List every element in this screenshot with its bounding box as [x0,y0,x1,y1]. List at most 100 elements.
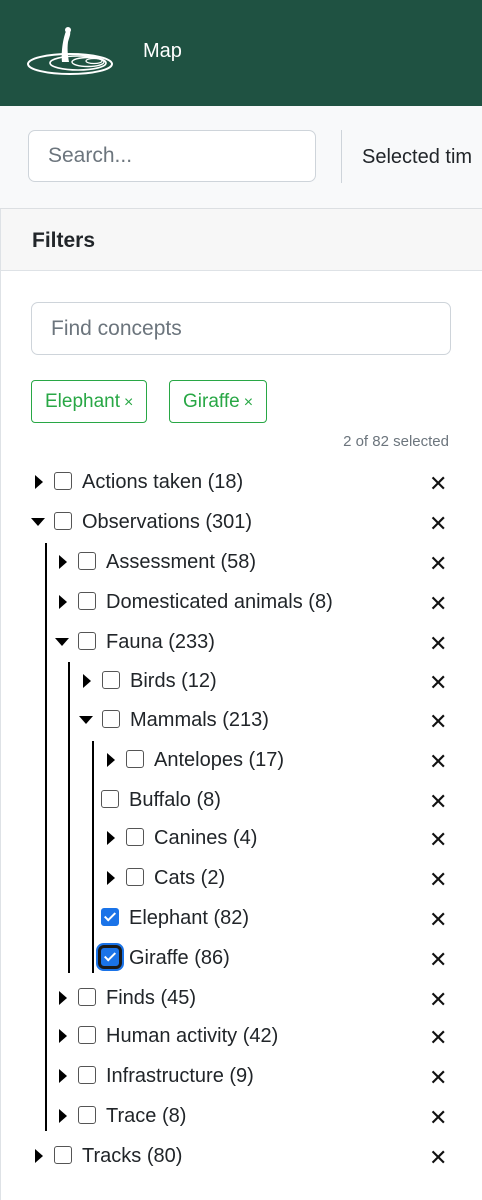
tree-row[interactable]: Cats (2) ✕ [1,863,482,893]
caret-right-icon[interactable] [59,555,67,569]
selected-count: 2 of 82 selected [343,433,449,450]
filters-title: Filters [32,229,96,252]
tree-guide-line [92,741,94,973]
caret-right-icon[interactable] [35,1149,43,1163]
tree-checkbox[interactable] [126,828,144,846]
caret-right-icon[interactable] [83,674,91,688]
tree-row-label: Finds (45) [106,987,197,1009]
tree-row-label: Actions taken (18) [82,471,244,493]
caret-down-icon[interactable] [31,518,45,526]
tree-checkbox[interactable] [78,1066,96,1084]
remove-icon[interactable]: ✕ [429,549,447,579]
remove-icon[interactable]: ✕ [429,945,447,975]
tree-row-label: Observations (301) [82,511,253,533]
filters-header: Filters [1,209,482,271]
tree-row-label: Mammals (213) [130,709,269,731]
remove-icon[interactable]: ✕ [429,825,447,855]
tree-checkbox[interactable] [102,671,120,689]
tree-row-label: Domesticated animals (8) [106,591,333,613]
tree-row[interactable]: Mammals (213) ✕ [1,705,482,735]
tree-row-label: Antelopes (17) [154,749,285,771]
remove-icon[interactable]: ✕ [429,668,447,698]
remove-icon[interactable]: ✕ [429,787,447,817]
remove-icon[interactable]: ✕ [429,1063,447,1093]
tree-checkbox[interactable] [101,790,119,808]
remove-icon[interactable]: ✕ [429,589,447,619]
remove-icon[interactable]: ✕ [429,707,447,737]
tree-row[interactable]: Trace (8) ✕ [1,1101,482,1131]
nav-link-map[interactable]: Map [143,40,182,63]
tree-row[interactable]: Giraffe (86) ✕ [1,943,482,973]
tree-row-label: Human activity (42) [106,1025,279,1047]
caret-right-icon[interactable] [35,475,43,489]
tree-row[interactable]: Assessment (58) ✕ [1,547,482,577]
remove-icon[interactable]: ✕ [429,469,447,499]
tree-checkbox[interactable] [126,750,144,768]
chip-remove-icon[interactable]: × [244,394,253,411]
tree-row[interactable]: Elephant (82) ✕ [1,903,482,933]
caret-right-icon[interactable] [59,1109,67,1123]
search-input[interactable] [28,130,316,182]
toolbar-divider [341,130,342,183]
tree-checkbox[interactable] [78,592,96,610]
caret-right-icon[interactable] [107,871,115,885]
tree-row[interactable]: Birds (12) ✕ [1,666,482,696]
tree-row[interactable]: Infrastructure (9) ✕ [1,1061,482,1091]
remove-icon[interactable]: ✕ [429,1103,447,1133]
tree-row[interactable]: Human activity (42) ✕ [1,1021,482,1051]
tree-row[interactable]: Finds (45) ✕ [1,983,482,1013]
top-navbar: Map [0,0,482,106]
remove-icon[interactable]: ✕ [429,1023,447,1053]
tree-row[interactable]: Tracks (80) ✕ [1,1141,482,1171]
remove-icon[interactable]: ✕ [429,905,447,935]
caret-right-icon[interactable] [59,991,67,1005]
tree-row[interactable]: Actions taken (18) ✕ [1,467,482,497]
filters-panel: Filters Elephant× Giraffe× 2 of 82 selec… [0,209,482,1200]
remove-icon[interactable]: ✕ [429,629,447,659]
tree-checkbox[interactable] [101,908,119,926]
tree-checkbox[interactable] [78,552,96,570]
tree-row-label: Canines (4) [154,827,258,849]
tree-row[interactable]: Domesticated animals (8) ✕ [1,587,482,617]
tree-checkbox[interactable] [101,948,119,966]
tree-row[interactable]: Fauna (233) ✕ [1,627,482,657]
caret-right-icon[interactable] [107,753,115,767]
tree-row-label: Cats (2) [154,867,226,889]
filter-chip-giraffe[interactable]: Giraffe × [169,380,268,423]
tree-row[interactable]: Buffalo (8) ✕ [1,785,482,815]
remove-icon[interactable]: ✕ [429,509,447,539]
tree-checkbox[interactable] [78,988,96,1006]
caret-right-icon[interactable] [107,831,115,845]
caret-right-icon[interactable] [59,1069,67,1083]
chip-remove-icon[interactable]: × [124,394,133,411]
remove-icon[interactable]: ✕ [429,747,447,777]
selected-time-label[interactable]: Selected tim [362,146,472,169]
tree-row-label: Fauna (233) [106,631,215,653]
tree-row[interactable]: Observations (301) ✕ [1,507,482,537]
tree-row-label: Infrastructure (9) [106,1065,254,1087]
tree-checkbox[interactable] [54,1146,72,1164]
tree-checkbox[interactable] [126,868,144,886]
tree-checkbox[interactable] [54,512,72,530]
tree-row[interactable]: Antelopes (17) ✕ [1,745,482,775]
caret-down-icon[interactable] [55,638,69,646]
caret-down-icon[interactable] [79,716,93,724]
find-concepts-input[interactable] [31,302,451,355]
caret-right-icon[interactable] [59,1029,67,1043]
meerkat-logo-icon[interactable] [22,22,114,78]
tree-row-label: Giraffe (86) [129,947,230,969]
chip-label: Elephant [45,391,121,412]
chip-label: Giraffe [183,391,240,412]
tree-row-label: Buffalo (8) [129,789,221,811]
tree-checkbox[interactable] [54,472,72,490]
tree-checkbox[interactable] [102,710,120,728]
tree-checkbox[interactable] [78,1026,96,1044]
remove-icon[interactable]: ✕ [429,985,447,1015]
tree-checkbox[interactable] [78,632,96,650]
tree-row[interactable]: Canines (4) ✕ [1,823,482,853]
caret-right-icon[interactable] [59,595,67,609]
remove-icon[interactable]: ✕ [429,865,447,895]
filter-chip-elephant[interactable]: Elephant × [31,380,148,423]
remove-icon[interactable]: ✕ [429,1143,447,1173]
tree-checkbox[interactable] [78,1106,96,1124]
